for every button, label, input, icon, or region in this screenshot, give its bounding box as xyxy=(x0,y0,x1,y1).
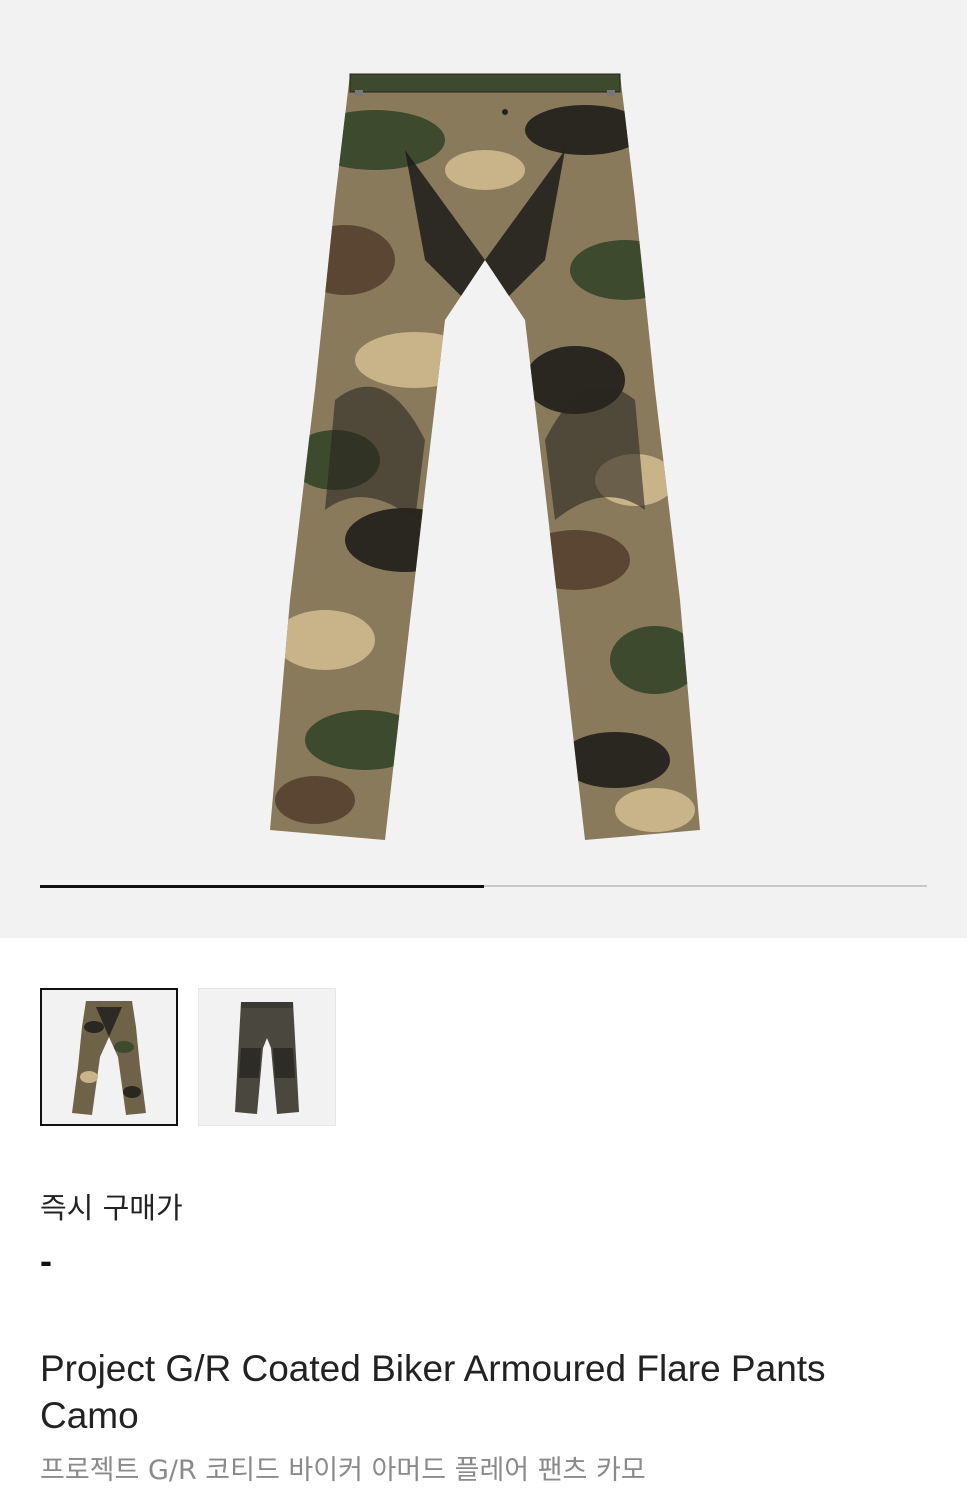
thumbnail-brown-coated-pants[interactable] xyxy=(198,988,336,1126)
gallery-progress-fill xyxy=(40,884,484,888)
product-title: Project G/R Coated Biker Armoured Flare … xyxy=(40,1348,826,1436)
camo-pants-thumbnail-image xyxy=(72,1001,146,1115)
product-subtitle-korean: 프로젝트 G/R 코티드 바이커 아머드 플레어 팬츠 카모 xyxy=(40,1455,646,1486)
brown-pants-thumbnail-image xyxy=(235,1002,299,1114)
product-image-gallery[interactable] xyxy=(0,0,967,938)
camo-flare-pants-image xyxy=(270,73,700,840)
instant-buy-price-label: 즉시 구매가 xyxy=(40,1191,183,1225)
gallery-progress-track xyxy=(40,884,927,888)
thumbnail-camo-pants[interactable] xyxy=(40,988,178,1126)
instant-buy-price-value: - xyxy=(40,1240,52,1281)
